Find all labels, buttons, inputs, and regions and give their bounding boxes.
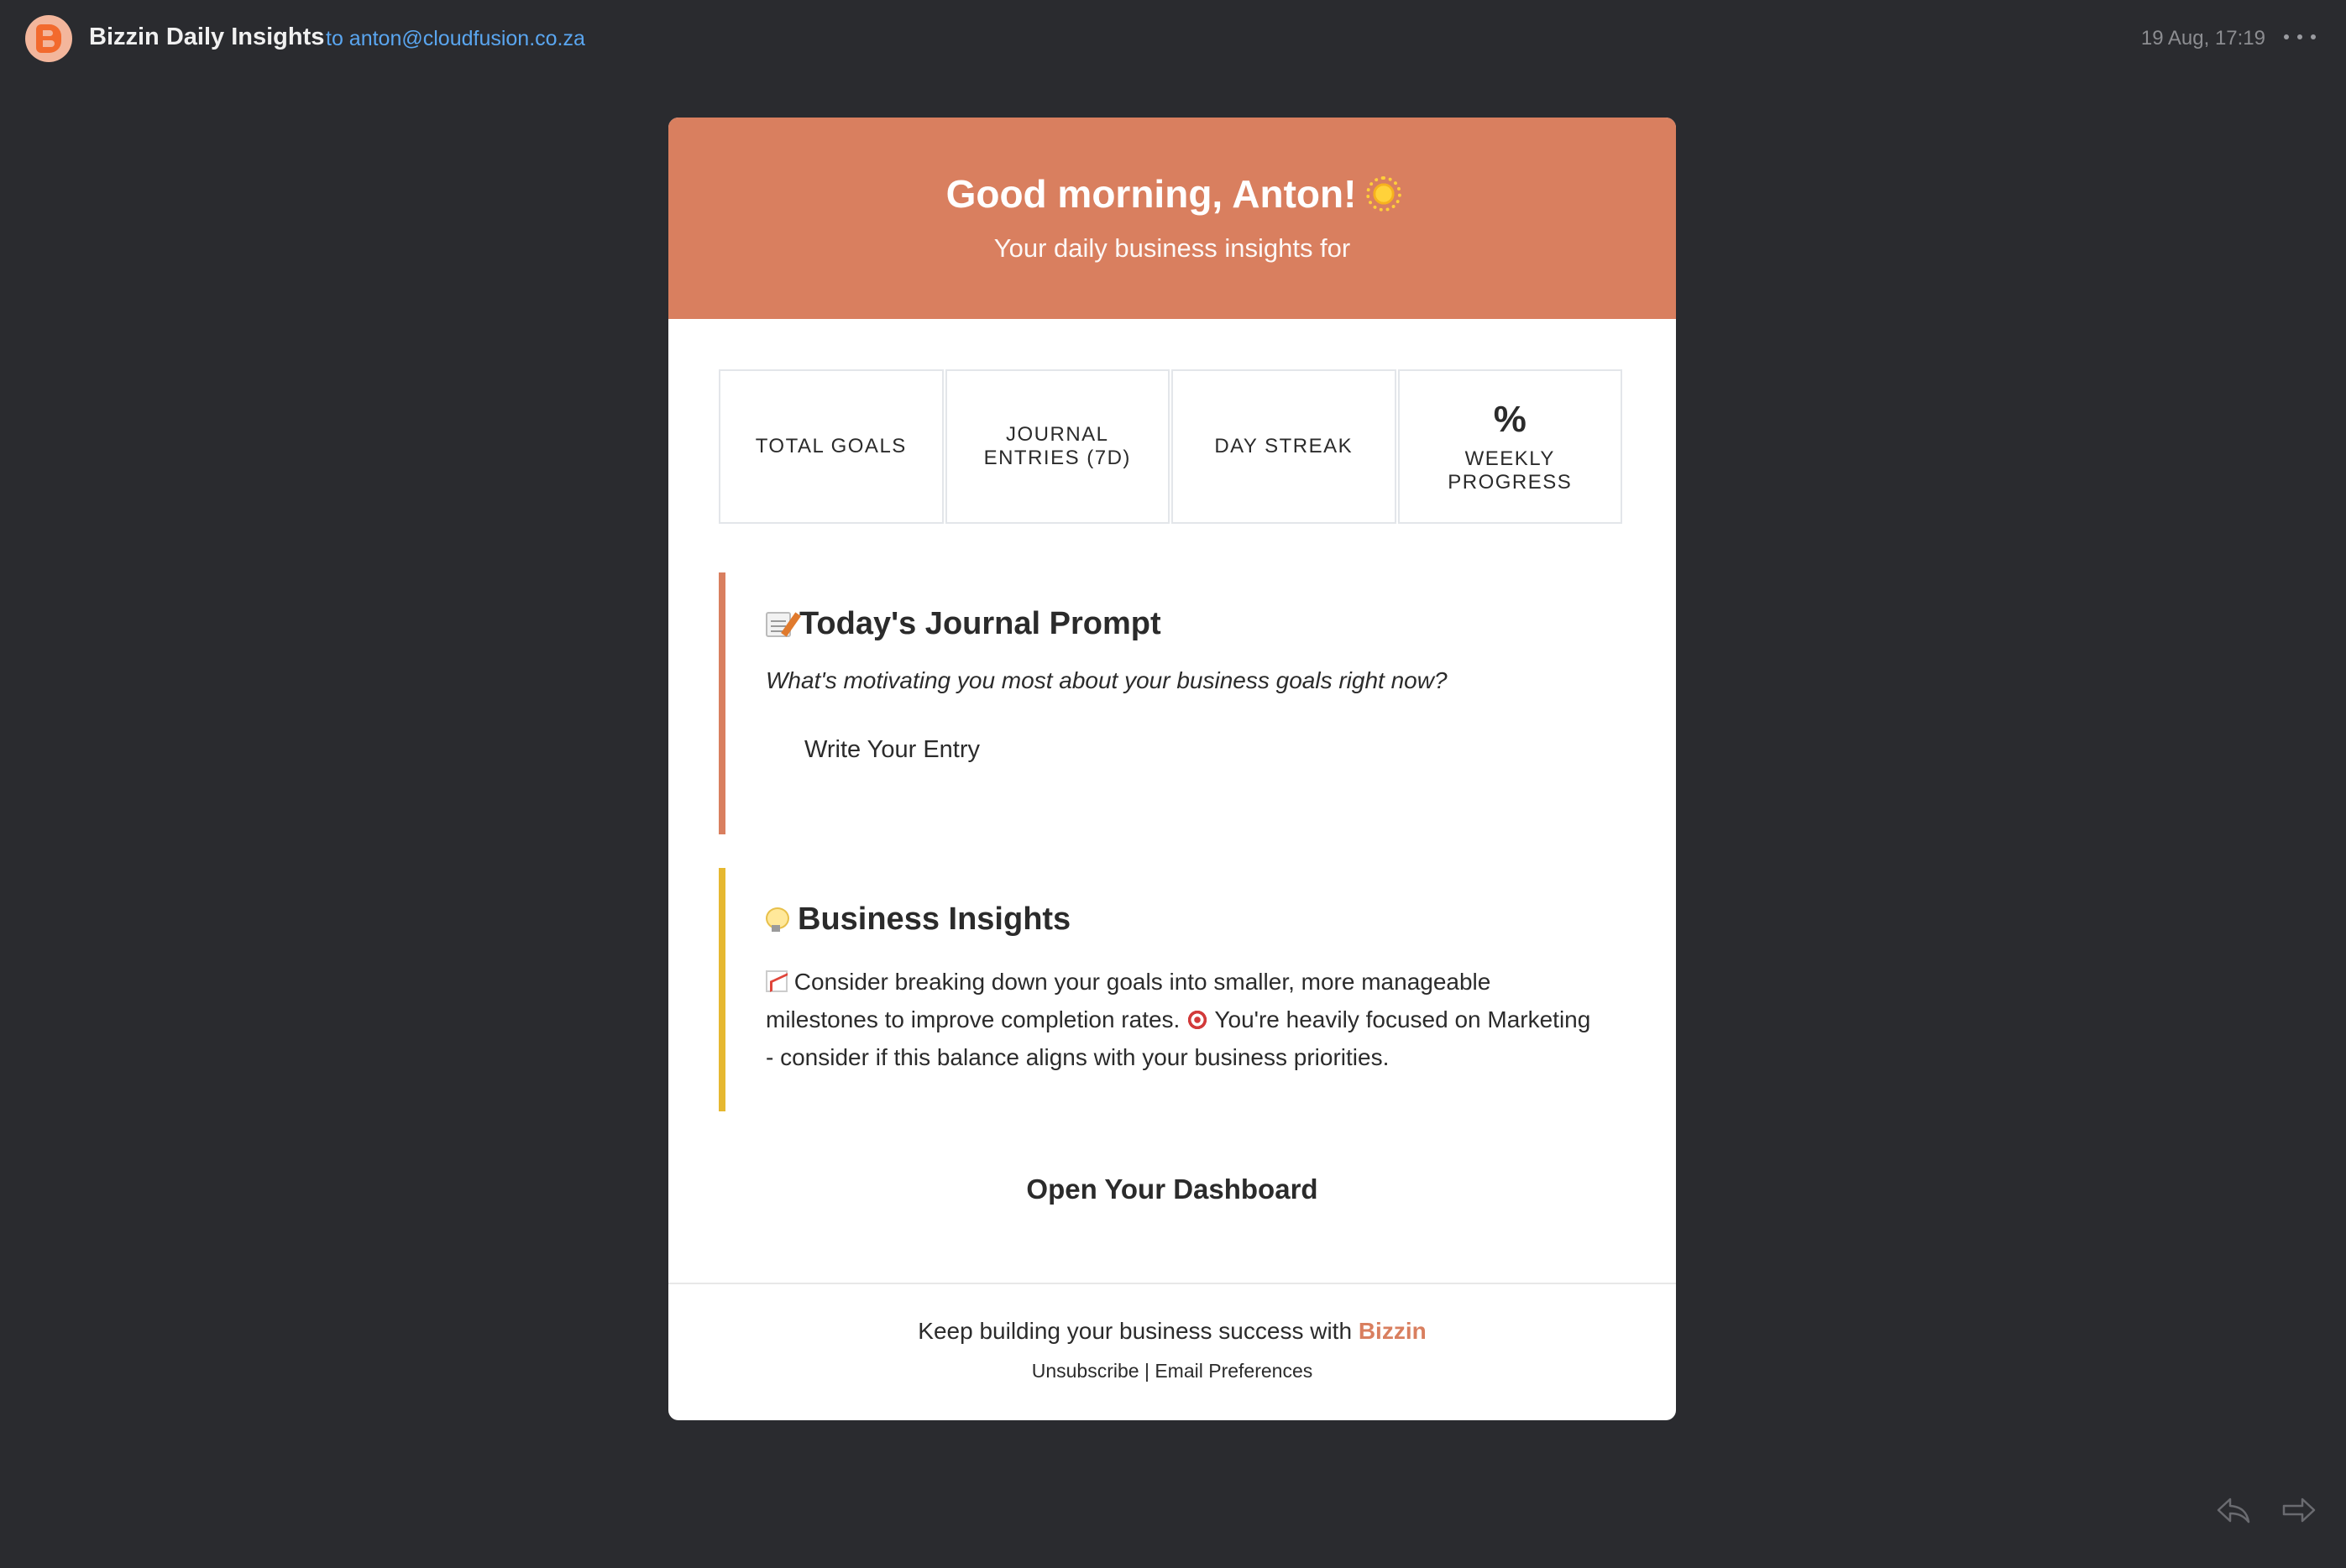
footer-text: Keep building your business success with… [668, 1318, 1676, 1345]
bizzin-link[interactable]: Bizzin [1359, 1318, 1427, 1344]
target-icon [1186, 1009, 1209, 1031]
unsubscribe-link[interactable]: Unsubscribe [1032, 1360, 1139, 1382]
more-icon-dot [2297, 34, 2302, 39]
chart-increasing-icon [766, 970, 788, 992]
journal-title: Today's Journal Prompt [766, 606, 1622, 642]
email-footer: Keep building your business success with… [668, 1283, 1676, 1420]
email-card: Good morning, Anton! Your daily business… [668, 118, 1676, 1420]
footer-separator: | [1144, 1360, 1149, 1382]
memo-icon [766, 611, 791, 637]
more-icon-dot [2311, 34, 2316, 39]
write-entry-button[interactable]: Write Your Entry [804, 736, 980, 764]
sender-avatar [25, 15, 72, 62]
insights-title: Business Insights [766, 902, 1622, 938]
business-insights-section: Business Insights Consider breaking down… [719, 868, 1622, 1111]
stat-label: JOURNAL ENTRIES (7D) [983, 423, 1131, 469]
journal-prompt-text: What's motivating you most about your bu… [766, 667, 1448, 693]
open-dashboard-button[interactable]: Open Your Dashboard [668, 1173, 1676, 1205]
footer-links: Unsubscribe | Email Preferences [668, 1360, 1676, 1382]
greeting: Good morning, Anton! [945, 171, 1402, 217]
stat-journal-entries: JOURNAL ENTRIES (7D) [945, 369, 1170, 524]
journal-title-text: Today's Journal Prompt [799, 606, 1161, 641]
forward-icon[interactable] [2282, 1496, 2316, 1524]
email-preferences-link[interactable]: Email Preferences [1155, 1360, 1312, 1382]
journal-prompt-section: Today's Journal Prompt What's motivating… [719, 572, 1622, 834]
reply-icon[interactable] [2217, 1496, 2250, 1524]
lightbulb-icon [766, 907, 789, 933]
bizzin-logo-icon [36, 24, 61, 53]
stat-day-streak: DAY STREAK [1171, 369, 1396, 524]
stat-label: TOTAL GOALS [755, 435, 907, 458]
stat-total-goals: TOTAL GOALS [719, 369, 944, 524]
insights-title-text: Business Insights [798, 902, 1071, 937]
more-button[interactable] [2284, 29, 2316, 45]
stats-row: TOTAL GOALS JOURNAL ENTRIES (7D) DAY STR… [719, 369, 1622, 524]
more-icon-dot [2284, 34, 2289, 39]
email-hero: Good morning, Anton! Your daily business… [668, 118, 1676, 319]
sun-icon [1366, 176, 1402, 212]
timestamp: 19 Aug, 17:19 [2140, 27, 2265, 50]
sender-name[interactable]: Bizzin Daily Insights [89, 24, 324, 51]
stat-weekly-progress: % WEEKLY PROGRESS [1397, 369, 1622, 524]
footer-message: Keep building your business success with [918, 1318, 1353, 1344]
stat-value: % [1493, 399, 1526, 441]
stat-label: DAY STREAK [1214, 435, 1354, 458]
stat-label: WEEKLY PROGRESS [1448, 447, 1573, 494]
recipient-address[interactable]: to anton@cloudfusion.co.za [326, 27, 585, 51]
mail-header: Bizzin Daily Insights to anton@cloudfusi… [0, 0, 2346, 79]
greeting-subtitle: Your daily business insights for [993, 233, 1351, 263]
greeting-text: Good morning, Anton! [945, 172, 1357, 216]
insights-text: Consider breaking down your goals into s… [766, 963, 1597, 1076]
